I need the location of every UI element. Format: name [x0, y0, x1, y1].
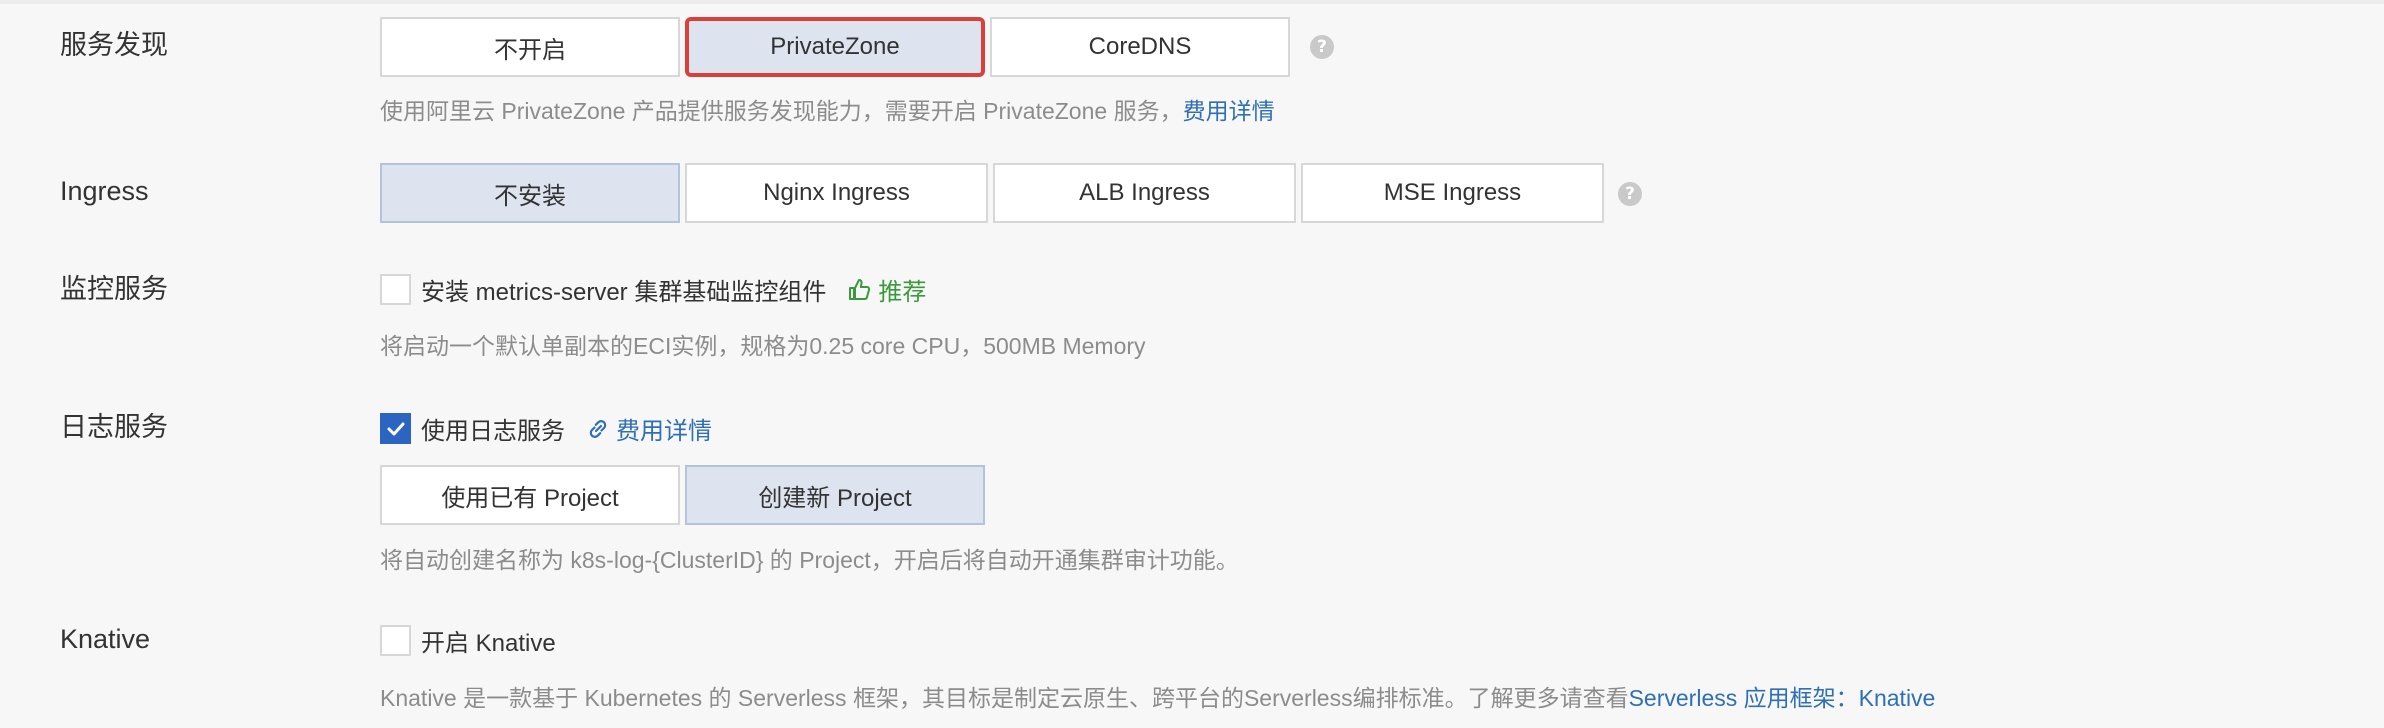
- service-discovery-help-icon[interactable]: ?: [1310, 35, 1334, 59]
- use-existing-project-option[interactable]: 使用已有 Project: [380, 465, 680, 525]
- ingress-option-nginx[interactable]: Nginx Ingress: [685, 163, 988, 223]
- knative-framework-link[interactable]: Serverless 应用框架：Knative: [1629, 685, 1936, 711]
- check-icon: [387, 422, 404, 435]
- knative-row: 开启 Knative: [380, 623, 556, 658]
- service-discovery-label: 服务发现: [60, 30, 168, 60]
- knative-description: Knative 是一款基于 Kubernetes 的 Serverless 框架…: [380, 683, 1935, 713]
- logging-checkbox[interactable]: [380, 413, 411, 444]
- logging-description: 将自动创建名称为 k8s-log-{ClusterID} 的 Project，开…: [380, 547, 1239, 573]
- ingress-option-none[interactable]: 不安装: [380, 163, 680, 223]
- monitoring-label: 监控服务: [60, 274, 168, 304]
- knative-checkbox-label: 开启 Knative: [421, 630, 556, 657]
- service-discovery-description-text: 使用阿里云 PrivateZone 产品提供服务发现能力，需要开启 Privat…: [380, 98, 1183, 124]
- service-discovery-option-privatezone[interactable]: PrivateZone: [685, 17, 985, 77]
- knative-checkbox[interactable]: [380, 625, 411, 656]
- logging-cost-link[interactable]: 费用详情: [587, 411, 712, 446]
- link-icon: [589, 419, 607, 438]
- knative-label: Knative: [60, 624, 151, 654]
- logging-label: 日志服务: [60, 412, 168, 442]
- thumbs-up-icon: [849, 278, 871, 300]
- ingress-options: 不安装 Nginx Ingress ALB Ingress MSE Ingres…: [380, 163, 1609, 223]
- ingress-help-icon[interactable]: ?: [1618, 182, 1642, 206]
- ingress-option-alb[interactable]: ALB Ingress: [993, 163, 1296, 223]
- monitoring-description: 将启动一个默认单副本的ECI实例，规格为0.25 core CPU，500MB …: [380, 333, 1146, 359]
- logging-project-options: 使用已有 Project 创建新 Project: [380, 465, 990, 525]
- service-discovery-options: 不开启 PrivateZone CoreDNS: [380, 17, 1295, 77]
- logging-row: 使用日志服务 费用详情: [380, 411, 712, 446]
- metrics-server-checkbox-label: 安装 metrics-server 集群基础监控组件: [421, 279, 827, 306]
- logging-cost-link-text: 费用详情: [616, 418, 712, 445]
- service-discovery-description: 使用阿里云 PrivateZone 产品提供服务发现能力，需要开启 Privat…: [380, 96, 1275, 126]
- recommend-label: 推荐: [878, 279, 927, 306]
- knative-description-text: Knative 是一款基于 Kubernetes 的 Serverless 框架…: [380, 685, 1629, 711]
- monitoring-row: 安装 metrics-server 集群基础监控组件 推荐: [380, 272, 926, 307]
- create-new-project-option[interactable]: 创建新 Project: [685, 465, 985, 525]
- ingress-label: Ingress: [60, 176, 149, 206]
- service-discovery-option-disable[interactable]: 不开启: [380, 17, 680, 77]
- top-divider: [0, 0, 2384, 4]
- ingress-option-mse[interactable]: MSE Ingress: [1301, 163, 1604, 223]
- service-discovery-cost-link[interactable]: 费用详情: [1183, 98, 1275, 124]
- recommend-tag: 推荐: [848, 272, 926, 307]
- logging-checkbox-label: 使用日志服务: [421, 418, 565, 445]
- service-discovery-option-coredns[interactable]: CoreDNS: [990, 17, 1290, 77]
- metrics-server-checkbox[interactable]: [380, 274, 411, 305]
